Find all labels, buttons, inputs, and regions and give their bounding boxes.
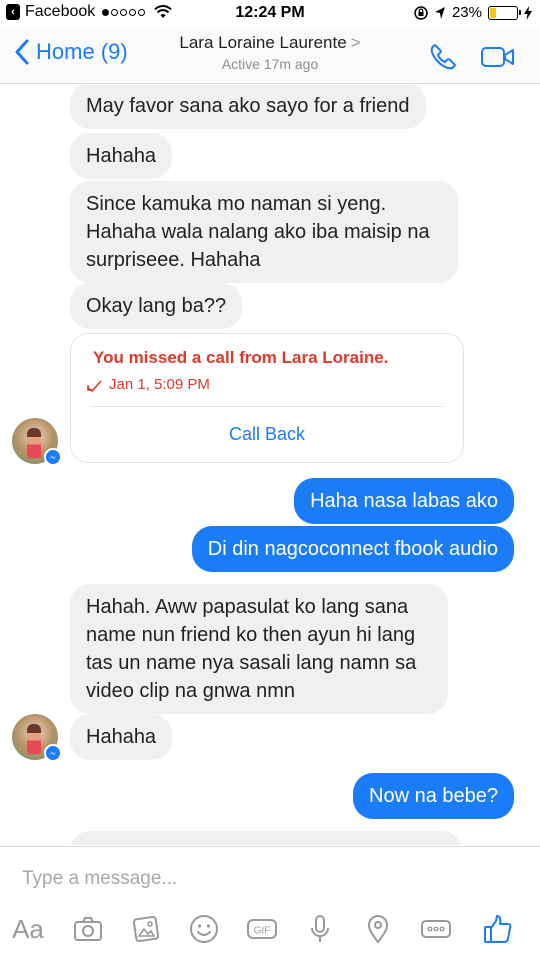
gif-text: GIF (254, 926, 271, 937)
map-pin-icon (367, 915, 389, 944)
message-text: Now na bebe? (369, 785, 498, 807)
status-right: 23% (414, 4, 532, 21)
video-call-icon[interactable] (480, 44, 516, 70)
location-button[interactable] (360, 911, 396, 947)
missed-call-arrow-icon (87, 379, 102, 392)
missed-call-time-row: Jan 1, 5:09 PM (87, 376, 210, 393)
message-bubble-incoming[interactable]: May favor sana ako sayo for a friend (70, 85, 426, 129)
gif-button[interactable]: GIF (244, 911, 280, 947)
like-button[interactable] (480, 911, 516, 947)
message-text-line: video clip na gnwa nmn (86, 680, 296, 702)
battery-percent: 23% (451, 4, 482, 21)
message-text: Hahaha (86, 726, 157, 748)
message-bubble-outgoing[interactable]: Haha nasa labas ako (294, 478, 514, 524)
message-text: Di din nagcoconnect fbook audio (207, 538, 498, 560)
status-bar: ‹ Facebook 12:24 PM 23% (0, 0, 540, 28)
microphone-icon (311, 915, 329, 942)
photo-gallery-icon (132, 915, 160, 943)
more-icon (421, 920, 451, 938)
gif-icon: GIF (247, 919, 277, 939)
message-bubble-incoming[interactable]: Since kamuka mo naman si yeng. Hahaha wa… (70, 181, 458, 283)
contact-name: Lara Loraine Laurente (179, 33, 347, 52)
composer: Aa G (0, 846, 540, 960)
rotation-lock-icon (414, 5, 428, 20)
aa-label: Aa (12, 913, 44, 944)
divider (91, 406, 443, 407)
missed-call-title: You missed a call from Lara Loraine. (93, 348, 389, 367)
message-text: Hahaha (86, 145, 157, 167)
gallery-button[interactable] (128, 911, 164, 947)
message-text: May favor sana ako sayo for a friend (86, 95, 410, 117)
message-text-line: name nun friend ko then ayun hi lang (86, 624, 416, 646)
camera-button[interactable] (70, 911, 106, 947)
message-bubble-outgoing[interactable]: Now na bebe? (353, 773, 514, 819)
conversation-header: Home (9) Lara Loraine Laurente > Active 1… (0, 28, 540, 84)
message-input[interactable] (0, 861, 540, 897)
camera-icon (74, 917, 102, 941)
smiley-icon (190, 915, 218, 943)
message-thread[interactable]: May favor sana ako sayo for a friend Hah… (0, 85, 540, 845)
message-text-line: surpriseee. Hahaha (86, 249, 261, 271)
message-bubble-incoming-partial[interactable] (70, 831, 462, 845)
message-text-line: Since kamuka mo naman si yeng. (86, 193, 387, 215)
phone-call-icon[interactable] (428, 42, 460, 72)
location-icon (434, 6, 445, 19)
messenger-badge-icon (44, 448, 62, 466)
call-back-button[interactable]: Call Back (71, 424, 463, 445)
message-text-line: Hahah. Aww papasulat ko lang sana (86, 596, 409, 618)
battery-fill (490, 7, 496, 18)
missed-call-card: You missed a call from Lara Loraine. Jan… (70, 333, 464, 463)
message-text-line: tas un name nya sasali lang namn sa (86, 652, 417, 674)
more-button[interactable] (418, 911, 454, 947)
message-bubble-incoming[interactable]: Hahaha (70, 714, 173, 760)
message-bubble-incoming[interactable]: Okay lang ba?? (70, 283, 243, 329)
chevron-right-icon: > (350, 33, 361, 52)
message-bubble-outgoing[interactable]: Di din nagcoconnect fbook audio (191, 526, 514, 572)
messenger-badge-icon (44, 744, 62, 762)
sticker-button[interactable] (186, 911, 222, 947)
message-text-line: Hahaha wala nalang ako iba maisip na (86, 221, 430, 243)
charging-icon (524, 5, 532, 20)
text-format-button[interactable]: Aa (10, 911, 46, 947)
message-text: Okay lang ba?? (86, 295, 227, 317)
message-text: Haha nasa labas ako (310, 490, 498, 512)
missed-call-time: Jan 1, 5:09 PM (109, 376, 210, 393)
composer-toolbar: Aa GIF (0, 911, 540, 951)
voice-clip-button[interactable] (302, 911, 338, 947)
message-bubble-incoming[interactable]: Hahaha (70, 133, 173, 179)
battery-icon (488, 5, 521, 20)
thumbs-up-icon (484, 915, 512, 943)
message-bubble-incoming[interactable]: Hahah. Aww papasulat ko lang sana name n… (70, 584, 448, 714)
